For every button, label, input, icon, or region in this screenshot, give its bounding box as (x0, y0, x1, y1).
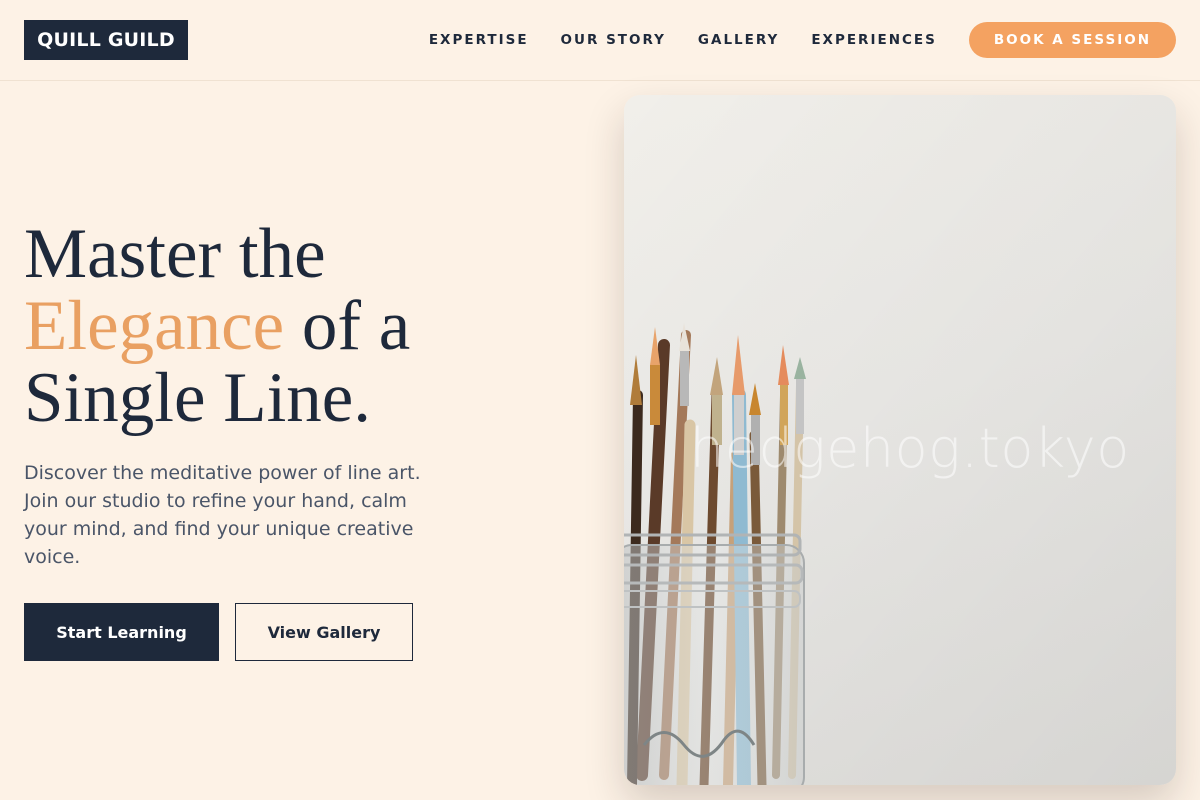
hero-image-paintbrushes: hedgehog.tokyo (624, 95, 1176, 785)
headline-line-2-rest: of a (284, 287, 411, 365)
nav-link-experiences[interactable]: EXPERIENCES (811, 32, 937, 48)
nav-link-gallery[interactable]: GALLERY (698, 32, 779, 48)
headline-line-3: Single Line. (24, 359, 372, 437)
nav-link-our-story[interactable]: OUR STORY (561, 32, 666, 48)
site-header: QUILL GUILD EXPERTISE OUR STORY GALLERY … (0, 0, 1200, 81)
start-learning-button[interactable]: Start Learning (24, 603, 219, 661)
view-gallery-button[interactable]: View Gallery (235, 603, 413, 661)
image-watermark: hedgehog.tokyo (690, 417, 1130, 480)
headline-line-1: Master the (24, 215, 326, 293)
brand-logo[interactable]: QUILL GUILD (24, 20, 188, 60)
hero-description: Discover the meditative power of line ar… (24, 462, 421, 568)
hero-headline: Master the Elegance of a Single Line. (24, 218, 544, 434)
book-session-button[interactable]: BOOK A SESSION (968, 22, 1176, 58)
nav-link-expertise[interactable]: EXPERTISE (429, 32, 529, 48)
main-nav: EXPERTISE OUR STORY GALLERY EXPERIENCES … (420, 22, 1176, 58)
headline-accent-word: Elegance (24, 287, 285, 365)
